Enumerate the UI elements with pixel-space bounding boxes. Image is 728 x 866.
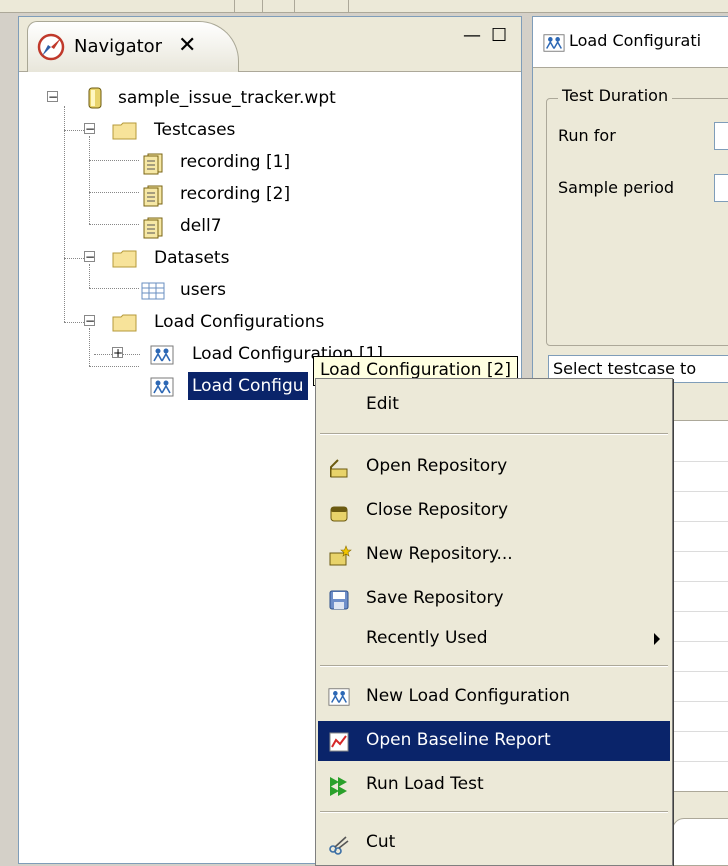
- tab-load-configuration[interactable]: Load Configurati: [533, 17, 728, 68]
- menu-item-edit[interactable]: Edit: [318, 385, 670, 425]
- group-title: Test Duration: [558, 86, 673, 105]
- tree-item-label: dell7: [180, 216, 222, 236]
- tab-label: Load Configurati: [569, 31, 702, 50]
- sample-period-field[interactable]: [714, 174, 728, 202]
- navigator-tab-title: Navigator: [74, 36, 163, 57]
- submenu-arrow-icon: [654, 633, 660, 645]
- tree-item-label: sample_issue_tracker.wpt: [118, 88, 336, 108]
- tree-connector: [89, 366, 139, 367]
- new-repository-icon: [329, 545, 352, 566]
- menu-item-label: New Repository...: [366, 544, 513, 564]
- run-for-label: Run for: [558, 126, 616, 145]
- menu-item-open-repository[interactable]: Open Repository: [318, 447, 670, 487]
- tree-connector: [64, 258, 84, 259]
- toolbar-separator: [294, 0, 295, 12]
- tree-item-label: recording [1]: [180, 152, 291, 172]
- menu-item-recently-used[interactable]: Recently Used: [318, 619, 670, 659]
- menu-item-label: Edit: [366, 394, 399, 414]
- menu-item-label: Open Repository: [366, 456, 508, 476]
- collapse-toggle[interactable]: −: [84, 315, 95, 327]
- tree-connector: [64, 130, 84, 131]
- folder-icon: [112, 250, 137, 268]
- tree-connector: [89, 264, 90, 288]
- tree-connector: [89, 288, 139, 289]
- folder-icon: [112, 122, 137, 140]
- navigator-compass-icon: [36, 32, 66, 67]
- toolbar-separator: [262, 0, 263, 12]
- toolbar-separator: [234, 0, 235, 12]
- collapse-toggle[interactable]: −: [47, 91, 58, 103]
- tree-connector: [64, 106, 65, 322]
- menu-item-new-repository[interactable]: New Repository...: [318, 535, 670, 575]
- folder-icon: [112, 314, 137, 332]
- menu-item-close-repository[interactable]: Close Repository: [318, 491, 670, 531]
- top-toolbar-strip: [0, 0, 728, 13]
- menu-item-open-baseline-report[interactable]: Open Baseline Report: [318, 721, 670, 761]
- tree-item-label: recording [2]: [180, 184, 291, 204]
- tree-connector: [89, 328, 90, 366]
- tree-item-load-configuration-selected[interactable]: Load Configu: [150, 372, 320, 400]
- navigator-header: Navigator ✕ — ☐: [19, 17, 521, 72]
- context-menu: Edit Open Repository Close Repository Ne…: [315, 378, 673, 866]
- menu-item-label: Open Baseline Report: [366, 730, 551, 750]
- tree-item-dataset[interactable]: users: [140, 276, 340, 304]
- tree-item-label: users: [180, 280, 226, 300]
- tree-item-label-selected: Load Configu: [188, 372, 308, 400]
- tree-item-label: Datasets: [154, 248, 230, 268]
- close-icon[interactable]: ✕: [178, 33, 196, 58]
- tree-item-load-configurations[interactable]: Load Configurations: [112, 308, 372, 336]
- menu-item-run-load-test[interactable]: Run Load Test: [318, 765, 670, 805]
- load-configuration-icon: [543, 34, 565, 52]
- menu-item-label: Cut: [366, 832, 396, 852]
- maximize-icon[interactable]: ☐: [491, 25, 507, 46]
- tree-item-testcases[interactable]: Testcases: [112, 116, 312, 144]
- tree-connector: [89, 136, 90, 224]
- load-configuration-icon: [150, 377, 174, 397]
- bottom-tab-close[interactable]: [672, 818, 728, 866]
- collapse-toggle[interactable]: −: [84, 251, 95, 263]
- tree-connector: [89, 224, 139, 225]
- menu-item-cut[interactable]: Cut: [318, 823, 670, 863]
- minimize-icon[interactable]: —: [463, 25, 481, 46]
- menu-item-label: Recently Used: [366, 628, 488, 648]
- sample-period-label: Sample period: [558, 178, 675, 197]
- load-configuration-icon: [150, 345, 174, 365]
- tree-item-testcase[interactable]: dell7: [140, 212, 360, 240]
- tree-item-label: Load Configurations: [154, 312, 325, 332]
- tree-connector: [64, 322, 84, 323]
- menu-item-label: Run Load Test: [366, 774, 484, 794]
- tree-item-root[interactable]: sample_issue_tracker.wpt: [84, 84, 404, 112]
- menu-separator: [320, 665, 668, 667]
- navigator-tab[interactable]: Navigator ✕: [27, 21, 239, 72]
- menu-separator: [320, 433, 668, 435]
- report-icon: [329, 732, 349, 752]
- expand-toggle[interactable]: +: [112, 347, 123, 359]
- collapse-toggle[interactable]: −: [84, 123, 95, 135]
- toolbar-separator: [348, 0, 349, 12]
- tree-connector: [89, 192, 139, 193]
- testcase-icon: [143, 217, 163, 239]
- open-repository-icon: [330, 459, 348, 478]
- load-configuration-icon: [328, 688, 350, 706]
- menu-item-save-repository[interactable]: Save Repository: [318, 579, 670, 619]
- tree-item-datasets[interactable]: Datasets: [112, 244, 312, 272]
- run-icon: [330, 777, 347, 796]
- run-for-field[interactable]: [714, 122, 728, 150]
- tree-connector: [89, 160, 139, 161]
- repository-icon: [88, 87, 102, 109]
- testcase-icon: [143, 185, 163, 207]
- dataset-table-icon: [141, 282, 165, 300]
- tree-item-testcase[interactable]: recording [1]: [140, 148, 360, 176]
- save-icon: [329, 590, 349, 610]
- menu-item-new-load-configuration[interactable]: New Load Configuration: [318, 677, 670, 717]
- menu-item-label: Save Repository: [366, 588, 504, 608]
- menu-separator: [320, 811, 668, 813]
- close-repository-icon: [330, 506, 348, 522]
- tree-item-testcase[interactable]: recording [2]: [140, 180, 360, 208]
- testcase-icon: [143, 153, 163, 175]
- tree-item-label: Testcases: [154, 120, 236, 140]
- menu-item-label: Close Repository: [366, 500, 509, 520]
- menu-item-label: New Load Configuration: [366, 686, 570, 706]
- scissors-icon: [329, 836, 349, 855]
